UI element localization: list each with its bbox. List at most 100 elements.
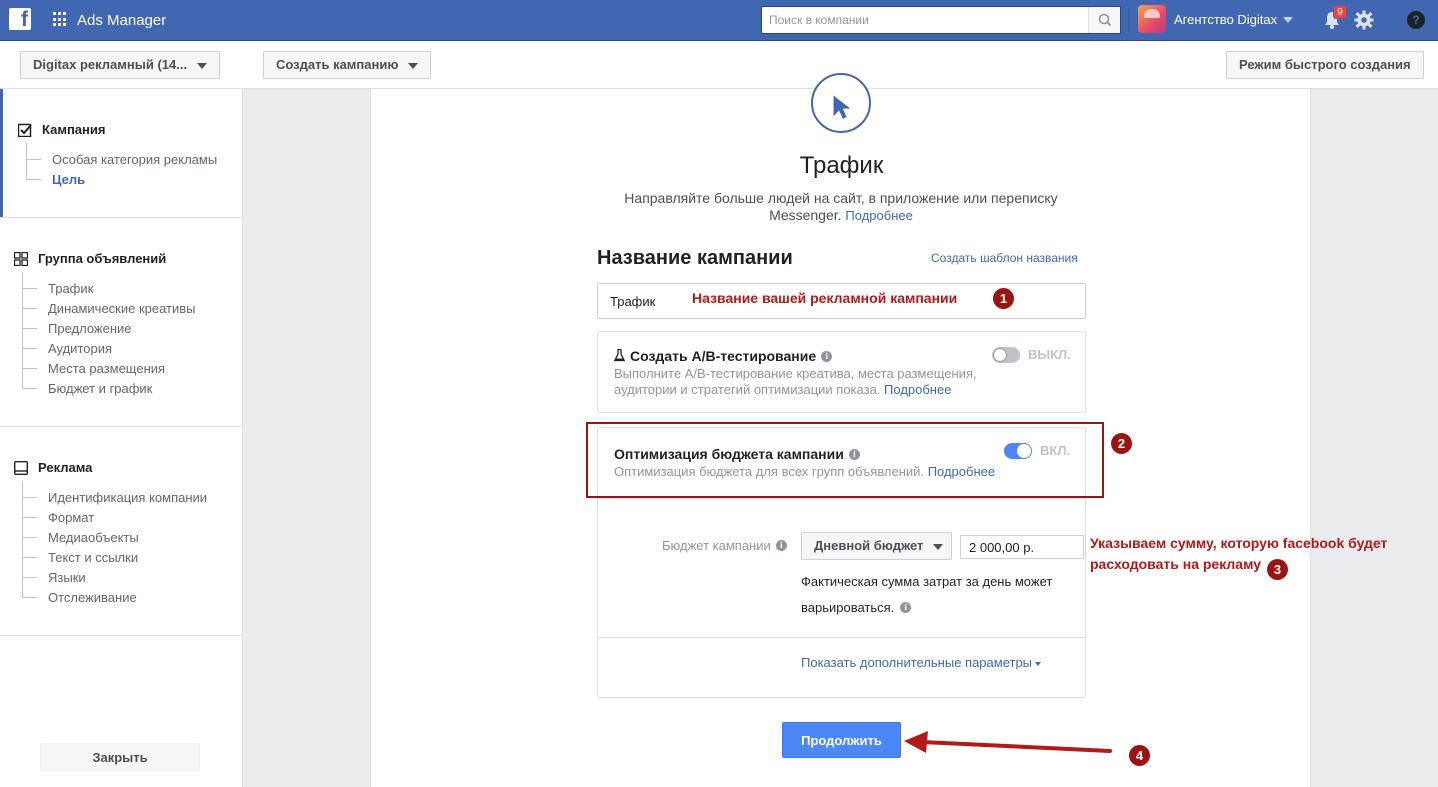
account-selector[interactable]: Digitax рекламный (14... xyxy=(20,51,220,79)
info-icon[interactable]: i xyxy=(821,351,833,362)
sidebar-divider xyxy=(0,217,242,218)
tree-tick xyxy=(23,517,37,518)
panel-divider xyxy=(598,637,1085,638)
annotation-number-1: 1 xyxy=(993,288,1014,309)
objective-description-text: Направляйте больше людей на сайт, в прил… xyxy=(624,190,1058,223)
budget-label: Бюджет кампании i xyxy=(662,538,787,553)
app-title[interactable]: Ads Manager xyxy=(77,12,166,29)
ab-test-state-label: ВЫКЛ. xyxy=(1028,347,1071,362)
tree-tick xyxy=(23,557,37,558)
annotation-number-4: 4 xyxy=(1129,745,1150,766)
budget-type-select[interactable]: Дневной бюджет xyxy=(801,532,952,560)
topbar-divider xyxy=(1128,8,1129,32)
chevron-down-icon xyxy=(408,62,419,69)
ab-test-panel: Создать A/B-тестирование i Выполните A/B-… xyxy=(597,331,1086,413)
sidebar-section-adset[interactable]: Группа объявлений xyxy=(38,251,166,266)
sidebar-item-special-category[interactable]: Особая категория рекламы xyxy=(52,152,217,167)
tree-line xyxy=(22,481,23,598)
tree-line xyxy=(22,272,23,389)
create-name-template-link[interactable]: Создать шаблон названия xyxy=(931,251,1078,265)
agency-name[interactable]: Агентство Digitax xyxy=(1174,12,1277,27)
sidebar-divider xyxy=(0,635,242,636)
tree-tick xyxy=(23,497,37,498)
grid-icon xyxy=(14,252,28,266)
search-input[interactable] xyxy=(762,7,1089,33)
search-box xyxy=(761,6,1121,34)
create-campaign-button[interactable]: Создать кампанию xyxy=(263,51,432,79)
ab-test-toggle[interactable] xyxy=(992,347,1020,363)
chevron-down-icon[interactable] xyxy=(1283,17,1293,23)
info-icon[interactable]: i xyxy=(900,602,912,613)
account-label: Digitax рекламный (14... xyxy=(33,57,188,72)
search-icon xyxy=(1098,13,1112,27)
ab-test-more-link[interactable]: Подробнее xyxy=(884,382,951,397)
ab-test-title-text: Создать A/B-тестирование xyxy=(630,348,817,364)
budget-type-value: Дневной бюджет xyxy=(814,538,924,553)
show-more-text: Показать дополнительные параметры xyxy=(801,655,1033,670)
annotation-frame-cbo xyxy=(586,422,1104,498)
active-section-indicator xyxy=(0,89,3,217)
search-button[interactable] xyxy=(1088,7,1120,33)
budget-label-text: Бюджет кампании xyxy=(662,538,771,553)
tree-tick xyxy=(23,597,37,598)
chevron-down-icon xyxy=(197,62,208,69)
sidebar-item-offer[interactable]: Предложение xyxy=(48,321,132,336)
objective-more-link[interactable]: Подробнее xyxy=(845,208,912,223)
create-campaign-label: Создать кампанию xyxy=(276,57,399,72)
sidebar-item-format[interactable]: Формат xyxy=(48,510,94,525)
notification-badge: 9 xyxy=(1333,5,1347,19)
sidebar-divider xyxy=(0,426,242,427)
sidebar-item-traffic[interactable]: Трафик xyxy=(48,281,93,296)
tree-tick xyxy=(23,577,37,578)
ab-test-description: Выполните A/B-тестирование креатива, мес… xyxy=(614,366,994,398)
facebook-logo-icon[interactable]: f xyxy=(9,8,31,31)
chevron-down-icon xyxy=(1035,661,1042,666)
tree-tick xyxy=(27,179,41,180)
sidebar-item-budget-schedule[interactable]: Бюджет и график xyxy=(48,381,152,396)
info-icon[interactable]: i xyxy=(775,540,787,551)
annotation-number-2: 2 xyxy=(1111,433,1132,454)
annotation-budget-line2: расходовать на рекламу xyxy=(1090,556,1262,572)
gear-icon[interactable] xyxy=(1353,9,1375,31)
budget-note: Фактическая сумма затрат за день может в… xyxy=(801,569,1081,621)
flask-icon xyxy=(614,349,625,362)
annotation-arrow xyxy=(904,731,1112,753)
sidebar-item-languages[interactable]: Языки xyxy=(48,570,86,585)
campaign-name-heading: Название кампании xyxy=(597,247,793,269)
budget-amount-input[interactable] xyxy=(960,535,1084,559)
sidebar-item-media[interactable]: Медиаобъекты xyxy=(48,530,139,545)
apps-grid-icon[interactable] xyxy=(53,12,68,27)
tree-tick xyxy=(23,308,37,309)
tree-tick xyxy=(23,388,37,389)
top-bar: f Ads Manager Агентство Digitax 9 xyxy=(0,0,1438,41)
campaign-setup-card: Трафик Направляйте больше людей на сайт,… xyxy=(370,73,1311,787)
show-more-options-link[interactable]: Показать дополнительные параметры xyxy=(801,655,1042,670)
cursor-icon xyxy=(811,73,871,133)
tree-tick xyxy=(23,368,37,369)
sidebar-section-ad[interactable]: Реклама xyxy=(38,460,92,475)
sidebar-item-audience[interactable]: Аудитория xyxy=(48,341,112,356)
close-button[interactable]: Закрыть xyxy=(40,743,200,771)
help-icon[interactable]: ? xyxy=(1407,11,1425,29)
annotation-number-3: 3 xyxy=(1267,559,1288,580)
sidebar-item-objective[interactable]: Цель xyxy=(52,172,85,187)
ab-test-title: Создать A/B-тестирование i xyxy=(630,348,833,364)
panel-divider xyxy=(598,498,1085,499)
sidebar-item-text-links[interactable]: Текст и ссылки xyxy=(48,550,138,565)
sidebar-item-placements[interactable]: Места размещения xyxy=(48,361,165,376)
objective-description: Направляйте больше людей на сайт, в прил… xyxy=(591,190,1091,224)
chevron-down-icon xyxy=(933,543,944,550)
sidebar-section-campaign[interactable]: Кампания xyxy=(42,122,105,137)
objective-title: Трафик xyxy=(799,152,884,179)
sidebar: Кампания Особая категория рекламы Цель Г… xyxy=(0,89,243,787)
annotation-budget-line1: Указываем сумму, которую facebook будет xyxy=(1090,535,1388,551)
sidebar-item-identity[interactable]: Идентификация компании xyxy=(48,490,207,505)
sidebar-item-tracking[interactable]: Отслеживание xyxy=(48,590,137,605)
tree-tick xyxy=(23,537,37,538)
tree-tick xyxy=(23,288,37,289)
sidebar-item-dynamic-creative[interactable]: Динамические креативы xyxy=(48,301,196,316)
quick-create-button[interactable]: Режим быстрого создания xyxy=(1226,51,1424,79)
avatar[interactable] xyxy=(1138,5,1166,33)
budget-note-text: Фактическая сумма затрат за день может в… xyxy=(801,574,1053,615)
continue-button[interactable]: Продолжить xyxy=(782,722,901,758)
